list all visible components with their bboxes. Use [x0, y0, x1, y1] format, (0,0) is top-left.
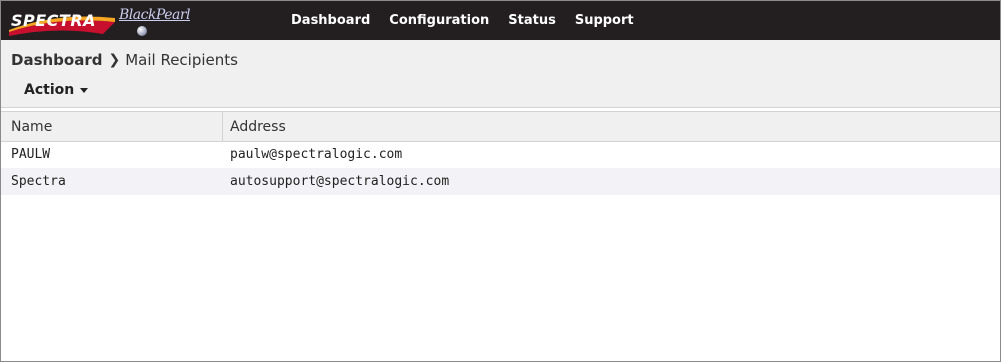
nav-dashboard[interactable]: Dashboard: [291, 13, 370, 28]
top-navigation-bar: SPECTRA BlackPearl Dashboard Configurati…: [1, 1, 1000, 40]
logo-spectra-text: SPECTRA: [11, 11, 97, 30]
logo-blackpearl-text: BlackPearl: [119, 7, 191, 23]
chevron-right-icon: ❯: [108, 52, 121, 68]
action-menu-button[interactable]: Action: [24, 82, 89, 98]
nav-configuration[interactable]: Configuration: [389, 13, 489, 28]
table-row[interactable]: Spectra autosupport@spectralogic.com: [1, 168, 1000, 195]
cell-address: autosupport@spectralogic.com: [230, 174, 450, 189]
cell-address: paulw@spectralogic.com: [230, 147, 403, 162]
page-header: Dashboard ❯ Mail Recipients Action: [1, 40, 1000, 108]
column-header-name[interactable]: Name: [11, 119, 52, 135]
pearl-icon: [137, 26, 147, 36]
nav-support[interactable]: Support: [575, 13, 634, 28]
caret-down-icon: [80, 87, 89, 93]
table-header: Name Address: [1, 111, 1000, 142]
action-label: Action: [24, 82, 75, 98]
main-nav: Dashboard Configuration Status Support: [291, 1, 653, 40]
column-divider[interactable]: [222, 112, 223, 141]
nav-status[interactable]: Status: [508, 13, 556, 28]
table-row[interactable]: PAULW paulw@spectralogic.com: [1, 141, 1000, 168]
column-header-address[interactable]: Address: [230, 119, 286, 135]
breadcrumb-dashboard-link[interactable]: Dashboard: [11, 51, 102, 69]
cell-name: PAULW: [11, 147, 51, 162]
breadcrumb-current: Mail Recipients: [125, 51, 238, 69]
app-frame: SPECTRA BlackPearl Dashboard Configurati…: [0, 0, 1001, 362]
spectra-blackpearl-logo[interactable]: SPECTRA BlackPearl: [7, 6, 217, 36]
cell-name: Spectra: [11, 174, 66, 189]
breadcrumb: Dashboard ❯ Mail Recipients: [11, 51, 238, 69]
